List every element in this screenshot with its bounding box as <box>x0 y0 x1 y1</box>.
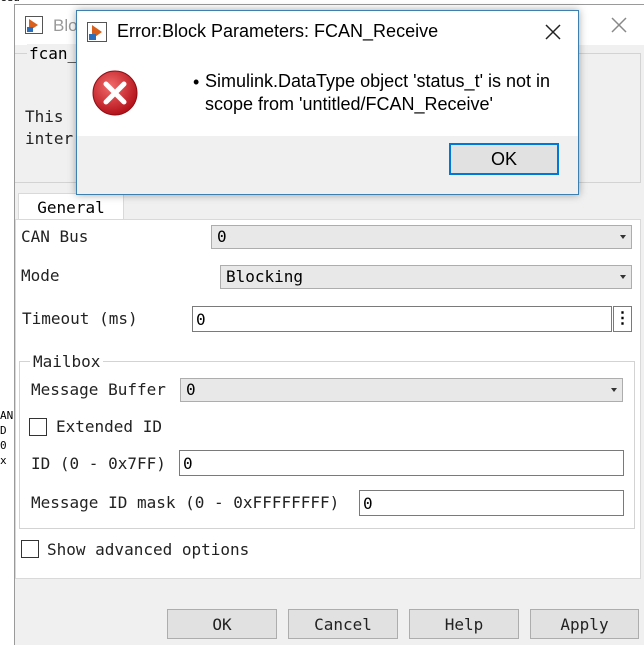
mode-value: Blocking <box>226 267 304 286</box>
close-icon[interactable] <box>542 21 564 43</box>
mode-dropdown[interactable]: Blocking <box>220 265 632 289</box>
id-mask-label: Message ID mask (0 - 0xFFFFFFFF) <box>31 493 340 512</box>
dropdown-arrow-icon <box>611 388 617 392</box>
error-ok-button[interactable]: OK <box>449 143 559 175</box>
mode-label: Mode <box>21 266 60 285</box>
canvas-block-fragment: AN <box>0 409 14 422</box>
extended-id-label: Extended ID <box>56 417 162 436</box>
tab-general[interactable]: General <box>18 193 124 221</box>
message-bullet: • <box>193 72 200 92</box>
block-name-legend: fcan_ <box>27 44 80 63</box>
mailbox-legend: Mailbox <box>30 352 104 371</box>
id-label: ID (0 - 0x7FF) <box>31 454 166 473</box>
message-buffer-dropdown[interactable]: 0 <box>180 378 623 402</box>
can-bus-label: CAN Bus <box>21 227 89 246</box>
can-bus-dropdown[interactable]: 0 <box>211 225 632 249</box>
timeout-input[interactable]: 0 <box>192 306 612 332</box>
canvas-block-fragment: D <box>0 424 7 437</box>
dialog-title: Blo <box>53 16 78 35</box>
error-icon <box>91 69 139 117</box>
block-params-icon <box>87 22 107 42</box>
timeout-label: Timeout (ms) <box>22 309 138 328</box>
can-bus-value: 0 <box>217 227 227 246</box>
id-mask-input[interactable]: 0 <box>359 490 624 516</box>
message-buffer-value: 0 <box>186 380 196 399</box>
close-icon[interactable] <box>607 13 631 37</box>
block-description: This inter <box>25 107 74 148</box>
id-input[interactable]: 0 <box>179 450 624 476</box>
extended-id-checkbox[interactable] <box>29 418 47 436</box>
model-canvas: ced AN D 0 x I <box>0 0 20 644</box>
block-params-icon <box>25 16 43 34</box>
dropdown-arrow-icon <box>620 235 626 239</box>
error-message: Simulink.DataType object 'status_t' is n… <box>205 71 551 114</box>
ok-button[interactable]: OK <box>167 609 277 639</box>
show-advanced-label: Show advanced options <box>47 540 250 559</box>
kebab-menu-icon[interactable]: ⋮ <box>613 306 632 332</box>
cancel-button[interactable]: Cancel <box>288 609 398 639</box>
message-buffer-label: Message Buffer <box>31 380 166 399</box>
dropdown-arrow-icon <box>620 275 626 279</box>
show-advanced-checkbox[interactable] <box>21 540 39 558</box>
help-button[interactable]: Help <box>409 609 519 639</box>
error-dialog-title: Error:Block Parameters: FCAN_Receive <box>117 21 439 41</box>
error-dialog: Error:Block Parameters: FCAN_Receive • S… <box>76 10 579 195</box>
canvas-block-fragment: 0 <box>0 439 7 452</box>
apply-button[interactable]: Apply <box>530 609 639 639</box>
error-title-bar[interactable]: Error:Block Parameters: FCAN_Receive <box>77 11 578 51</box>
error-dialog-footer: OK <box>77 136 578 194</box>
